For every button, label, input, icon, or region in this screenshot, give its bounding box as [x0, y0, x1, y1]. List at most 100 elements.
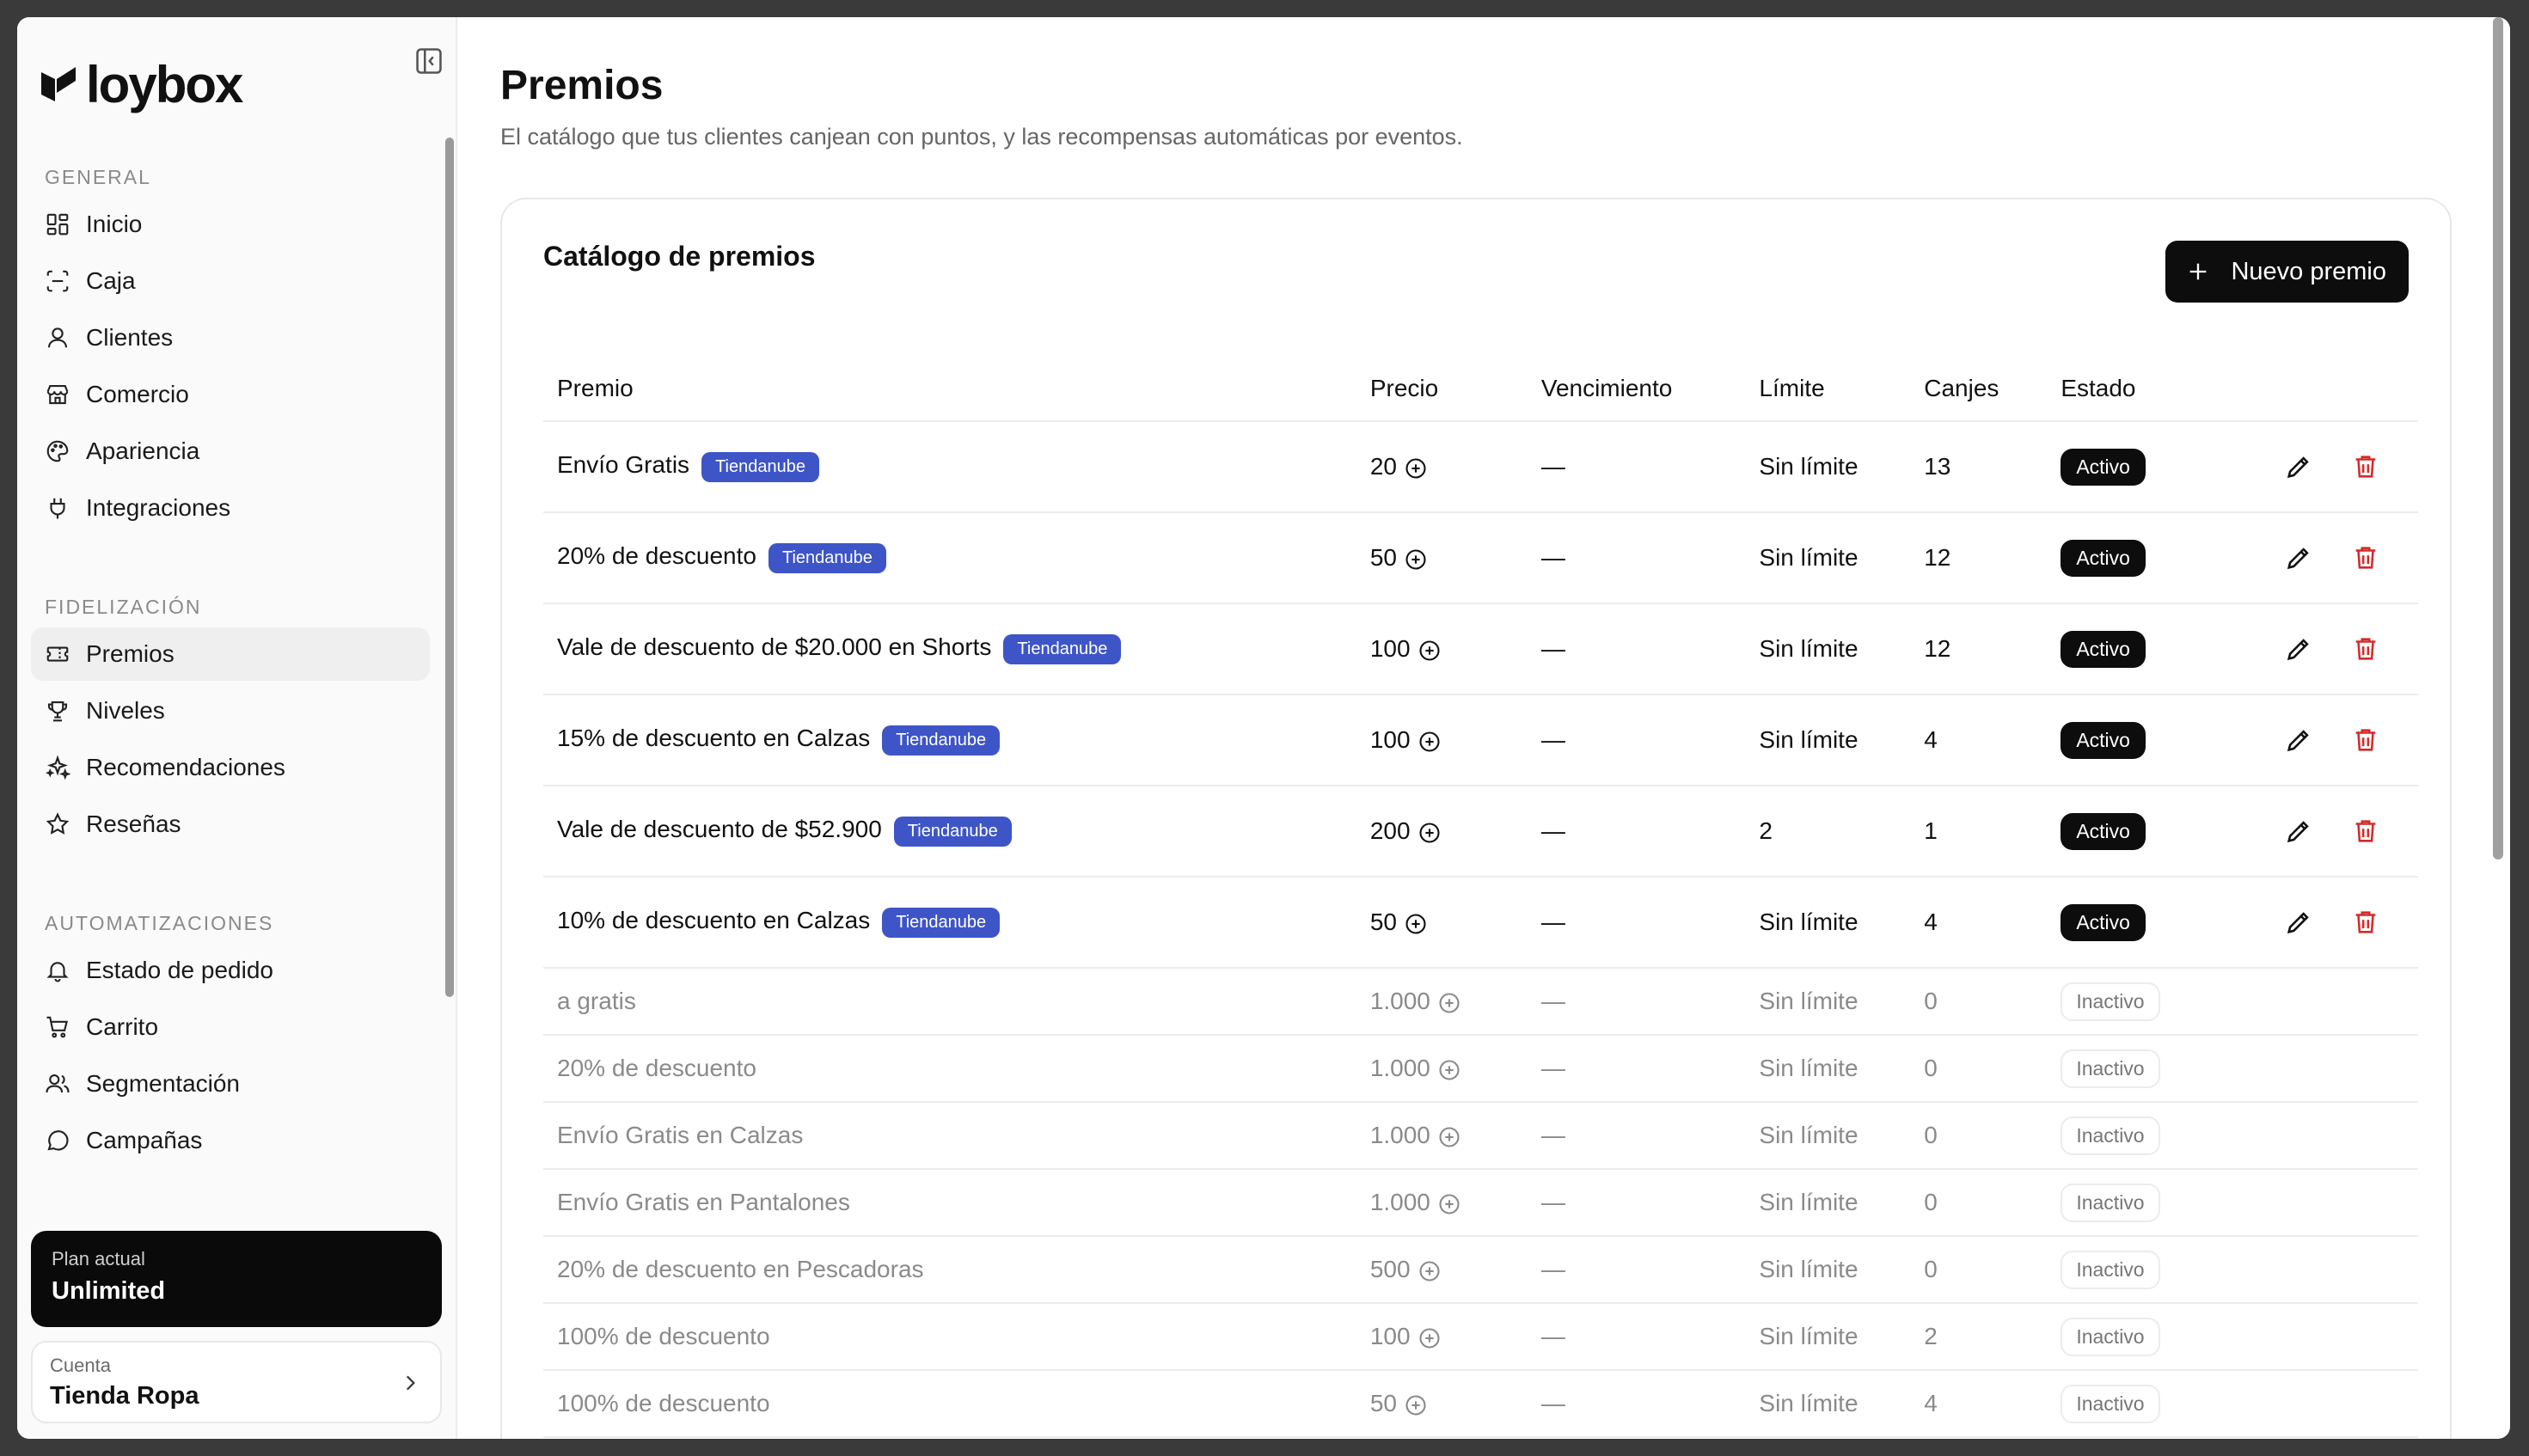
- reward-price: 50: [1369, 908, 1397, 935]
- sidebar-item-carrito[interactable]: Carrito: [31, 1000, 430, 1054]
- sidebar-item-clientes[interactable]: Clientes: [31, 311, 430, 364]
- delete-icon[interactable]: [2351, 817, 2380, 846]
- cell-actions: [2232, 1169, 2418, 1237]
- sidebar-item-premios[interactable]: Premios: [31, 627, 430, 681]
- plug-icon: [50, 498, 65, 519]
- table-row[interactable]: a gratis 1.000 — Sin límite 0 Inactivo: [543, 968, 2418, 1036]
- tiendanube-badge: Tiendanube: [768, 542, 886, 573]
- tiendanube-badge: Tiendanube: [893, 816, 1012, 847]
- edit-icon[interactable]: [2284, 725, 2313, 755]
- delete-icon[interactable]: [2351, 543, 2380, 572]
- edit-icon[interactable]: [2284, 543, 2313, 572]
- edit-icon[interactable]: [2284, 817, 2313, 846]
- table-row[interactable]: Envío Gratis Tiendanube 20 — Sin límite 13 Act…: [543, 421, 2418, 513]
- edit-icon[interactable]: [2284, 908, 2313, 937]
- cell-limite: Sin límite: [1745, 1102, 1911, 1170]
- delete-icon[interactable]: [2351, 634, 2380, 664]
- sidebar-item-caja[interactable]: Caja: [31, 254, 430, 308]
- status-badge: Inactivo: [2061, 1250, 2160, 1289]
- sidebar-item-label: Apariencia: [86, 437, 200, 464]
- column-header-precio[interactable]: Precio: [1356, 356, 1528, 422]
- store-icon: [46, 384, 69, 405]
- table-row[interactable]: 20% de descuento Tiendanube 50 — Sin límite 1…: [543, 512, 2418, 604]
- cell-actions: [2232, 786, 2418, 878]
- plan-card[interactable]: Plan actual Unlimited: [31, 1231, 442, 1327]
- column-header-canjes[interactable]: Canjes: [1910, 356, 2048, 422]
- sidebar-item-niveles[interactable]: Niveles: [31, 684, 430, 737]
- sidebar-item-recomendaciones[interactable]: Recomendaciones: [31, 741, 430, 794]
- account-label: Cuenta: [50, 1355, 111, 1376]
- delete-icon[interactable]: [2351, 908, 2380, 937]
- table-row[interactable]: 100% de descuento 50 — Sin límite 4 Inactivo: [543, 1370, 2418, 1438]
- reward-price: 100: [1369, 726, 1411, 753]
- cell-canjes: 13: [1910, 421, 2048, 513]
- table-row[interactable]: Envío Gratis en Calzas 1.000 — Sin límite 0 I…: [543, 1102, 2418, 1170]
- cell-precio: 50: [1356, 877, 1528, 969]
- table-row[interactable]: 20% de descuento 1.000 — Sin límite 0 Inactiv…: [543, 1035, 2418, 1103]
- cell-canjes: 4: [1910, 877, 2048, 969]
- cell-vencimiento: —: [1527, 968, 1746, 1036]
- cell-canjes: 0: [1910, 1035, 2048, 1103]
- sidebar-item-label: Premios: [86, 640, 175, 667]
- cell-canjes: 0: [1910, 1169, 2048, 1237]
- points-icon: [1418, 731, 1440, 752]
- points-icon: [1405, 458, 1426, 479]
- table-row[interactable]: 20% de descuento en Pescadoras 500 — Sin lí…: [543, 1236, 2418, 1304]
- reward-price: 1.000: [1369, 1055, 1430, 1081]
- column-header-vencimiento[interactable]: Vencimiento: [1527, 356, 1746, 422]
- delete-icon[interactable]: [2351, 725, 2380, 755]
- column-header-premio[interactable]: Premio: [543, 356, 1356, 422]
- table-row[interactable]: Vale de descuento de $20.000 en Shorts Ti…: [543, 603, 2418, 695]
- reward-price: 50: [1369, 544, 1397, 571]
- sidebar-scrollbar[interactable]: [445, 138, 454, 997]
- ticket-icon: [46, 646, 69, 662]
- edit-icon[interactable]: [2284, 452, 2313, 481]
- cell-vencimiento: —: [1527, 512, 1746, 604]
- cell-limite: Sin límite: [1745, 1236, 1911, 1304]
- sidebar-item-estado-de-pedido[interactable]: Estado de pedido: [31, 944, 430, 997]
- sidebar-item-integraciones[interactable]: Integraciones: [31, 481, 430, 535]
- column-header-limite[interactable]: Límite: [1745, 356, 1911, 422]
- cell-premio: Envío Gratis en Pantalones: [543, 1169, 1356, 1237]
- table-row[interactable]: 10% de descuento en Calzas Tiendanube 50 — S…: [543, 877, 2418, 969]
- sidebar-item-segmentacion[interactable]: Segmentación: [31, 1057, 430, 1110]
- cell-precio: 100: [1356, 1303, 1528, 1371]
- reward-name: 15% de descuento en Calzas: [557, 725, 871, 752]
- logo-mark-icon: [41, 67, 76, 101]
- grid-icon: [46, 213, 69, 236]
- points-icon: [1405, 1395, 1426, 1416]
- cell-vencimiento: —: [1527, 1102, 1746, 1170]
- status-badge: Inactivo: [2061, 982, 2160, 1021]
- plus-icon: [2190, 263, 2207, 280]
- reward-name: 100% de descuento: [557, 1390, 770, 1416]
- collapse-sidebar-icon[interactable]: [413, 45, 445, 77]
- points-icon: [1439, 1127, 1460, 1147]
- user-icon: [47, 327, 68, 348]
- sidebar-item-comercio[interactable]: Comercio: [31, 368, 430, 421]
- sidebar-item-apariencia[interactable]: Apariencia: [31, 425, 430, 478]
- cell-vencimiento: —: [1527, 877, 1746, 969]
- table-row[interactable]: 15% de descuento en Calzas Tiendanube 100 —…: [543, 694, 2418, 786]
- edit-icon[interactable]: [2284, 634, 2313, 664]
- delete-icon[interactable]: [2351, 452, 2380, 481]
- account-switcher[interactable]: Cuenta Tienda Ropa: [31, 1341, 442, 1423]
- sidebar-item-resenas[interactable]: Reseñas: [31, 798, 430, 851]
- cell-estado: Inactivo: [2047, 1303, 2232, 1371]
- cell-premio: 100% de descuento: [543, 1370, 1356, 1438]
- column-header-estado[interactable]: Estado: [2047, 356, 2232, 422]
- new-reward-button[interactable]: Nuevo premio: [2165, 241, 2409, 303]
- reward-name: Envío Gratis: [557, 451, 690, 479]
- cell-actions: [2232, 1303, 2418, 1371]
- sidebar-item-campanas[interactable]: Campañas: [31, 1114, 430, 1167]
- cell-limite: Sin límite: [1745, 694, 1911, 786]
- table-row[interactable]: Vale de descuento de $52.900 Tiendanube 20…: [543, 786, 2418, 878]
- table-row[interactable]: Envío Gratis en Pantalones 1.000 — Sin lími…: [543, 1169, 2418, 1237]
- sidebar-item-inicio[interactable]: Inicio: [31, 198, 430, 251]
- cell-vencimiento: —: [1527, 1370, 1746, 1438]
- main-scrollbar[interactable]: [2493, 17, 2503, 860]
- sidebar-item-label: Carrito: [86, 1013, 159, 1040]
- cell-limite: Sin límite: [1745, 421, 1911, 513]
- table-row[interactable]: 100% de descuento 100 — Sin límite 2 Inactivo: [543, 1303, 2418, 1371]
- reward-price: 1.000: [1369, 1122, 1430, 1148]
- cell-actions: [2232, 512, 2418, 604]
